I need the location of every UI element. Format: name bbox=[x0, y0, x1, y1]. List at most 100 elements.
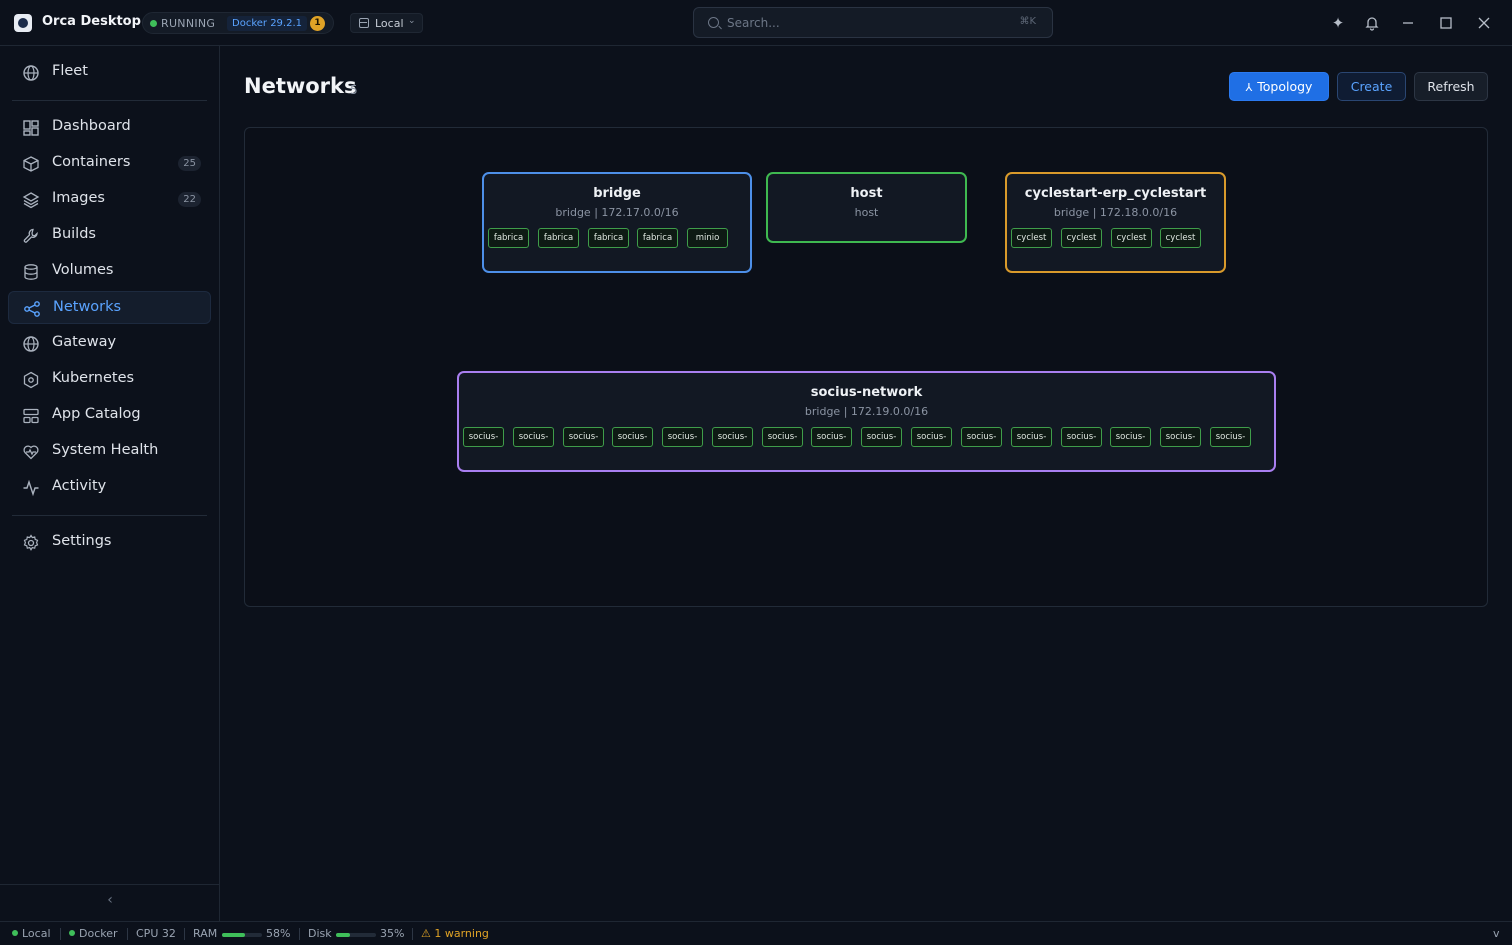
container-chip[interactable]: socius- bbox=[1210, 427, 1251, 447]
create-button[interactable]: Create bbox=[1337, 72, 1406, 101]
container-chip[interactable]: socius- bbox=[861, 427, 902, 447]
status-separator bbox=[127, 928, 128, 940]
container-chip[interactable]: fabrica bbox=[637, 228, 678, 248]
container-chip[interactable]: socius- bbox=[811, 427, 852, 447]
container-chip[interactable]: socius- bbox=[762, 427, 803, 447]
sidebar-item-fleet[interactable]: Fleet bbox=[8, 56, 211, 89]
container-chip[interactable]: socius- bbox=[563, 427, 604, 447]
network-node-cyclestart-erp[interactable]: cyclestart-erp_cyclestart bridge | 172.1… bbox=[1005, 172, 1226, 273]
status-version: v bbox=[1493, 927, 1500, 940]
network-node-bridge[interactable]: bridge bridge | 172.17.0.0/16 fabrica fa… bbox=[482, 172, 752, 273]
container-chip[interactable]: cyclest bbox=[1160, 228, 1201, 248]
container-chip[interactable]: socius- bbox=[662, 427, 703, 447]
sidebar-item-label: Activity bbox=[52, 478, 107, 494]
containers-count-badge: 25 bbox=[178, 156, 201, 171]
title-bar: Orca Desktop RUNNING Docker 29.2.1 1 Loc… bbox=[0, 0, 1512, 46]
warning-icon: ⚠ bbox=[421, 927, 431, 940]
status-warning[interactable]: ⚠ 1 warning bbox=[421, 927, 489, 940]
collapse-sidebar-icon[interactable]: ‹ bbox=[103, 892, 117, 912]
container-chip[interactable]: fabrica bbox=[538, 228, 579, 248]
maximize-icon[interactable] bbox=[1436, 13, 1456, 33]
sidebar-divider bbox=[12, 100, 207, 101]
network-name: host bbox=[850, 186, 883, 201]
topology-button[interactable]: ⅄ Topology bbox=[1229, 72, 1329, 101]
status-separator bbox=[184, 928, 185, 940]
share-icon bbox=[23, 300, 41, 318]
dashboard-icon bbox=[22, 119, 40, 137]
sidebar-item-label: Gateway bbox=[52, 334, 117, 350]
container-chip[interactable]: socius- bbox=[1110, 427, 1151, 447]
sidebar-item-images[interactable]: Images 22 bbox=[8, 183, 211, 216]
sidebar-divider bbox=[0, 884, 219, 885]
engine-status-pill[interactable]: RUNNING Docker 29.2.1 1 bbox=[142, 12, 334, 34]
status-ram-pct: 58% bbox=[266, 927, 291, 940]
sidebar-item-networks[interactable]: Networks bbox=[8, 291, 211, 324]
bell-icon[interactable] bbox=[1362, 13, 1382, 33]
engine-status: RUNNING bbox=[161, 17, 216, 30]
container-chip[interactable]: socius- bbox=[1011, 427, 1052, 447]
container-chip[interactable]: socius- bbox=[961, 427, 1002, 447]
network-subnet: host bbox=[854, 206, 879, 219]
container-chip[interactable]: cyclest bbox=[1111, 228, 1152, 248]
sidebar-item-containers[interactable]: Containers 25 bbox=[8, 147, 211, 180]
notification-count-badge[interactable]: 1 bbox=[310, 16, 325, 31]
network-node-socius-network[interactable]: socius-network bridge | 172.19.0.0/16 so… bbox=[457, 371, 1276, 472]
status-ram-label: RAM bbox=[193, 927, 218, 940]
globe-icon bbox=[22, 64, 40, 82]
refresh-button[interactable]: Refresh bbox=[1414, 72, 1488, 101]
status-dot-icon bbox=[69, 930, 75, 936]
search-input[interactable] bbox=[727, 14, 987, 32]
box-icon bbox=[22, 155, 40, 173]
container-chip[interactable]: socius- bbox=[712, 427, 753, 447]
ram-usage-fill bbox=[222, 933, 246, 937]
sidebar-item-gateway[interactable]: Gateway bbox=[8, 327, 211, 360]
container-chip[interactable]: socius- bbox=[612, 427, 653, 447]
status-dot-icon bbox=[150, 20, 157, 27]
status-separator bbox=[412, 928, 413, 940]
container-chip[interactable]: socius- bbox=[911, 427, 952, 447]
status-cpu: CPU 32 bbox=[136, 927, 176, 940]
sidebar-item-builds[interactable]: Builds bbox=[8, 219, 211, 252]
catalog-icon bbox=[22, 407, 40, 425]
sparkle-icon[interactable]: ✦ bbox=[1328, 13, 1348, 33]
status-dot-icon bbox=[12, 930, 18, 936]
docker-version-badge: Docker 29.2.1 bbox=[227, 16, 307, 31]
status-separator bbox=[60, 928, 61, 940]
topology-canvas[interactable]: bridge bridge | 172.17.0.0/16 fabrica fa… bbox=[244, 127, 1488, 607]
disk-usage-fill bbox=[336, 933, 350, 937]
sidebar-item-label: Kubernetes bbox=[52, 370, 135, 386]
heart-pulse-icon bbox=[22, 443, 40, 461]
sidebar-item-dashboard[interactable]: Dashboard bbox=[8, 111, 211, 144]
container-chip[interactable]: socius- bbox=[1160, 427, 1201, 447]
container-chip[interactable]: socius- bbox=[463, 427, 504, 447]
container-chip[interactable]: fabrica bbox=[488, 228, 529, 248]
status-disk-pct: 35% bbox=[380, 927, 405, 940]
sidebar-item-app-catalog[interactable]: App Catalog bbox=[8, 399, 211, 432]
sidebar-item-volumes[interactable]: Volumes bbox=[8, 255, 211, 288]
container-chip[interactable]: cyclest bbox=[1011, 228, 1052, 248]
container-chip[interactable]: minio bbox=[687, 228, 728, 248]
close-icon[interactable] bbox=[1474, 13, 1494, 33]
database-icon bbox=[22, 263, 40, 281]
sidebar-item-label: Images bbox=[52, 190, 105, 206]
ram-usage-bar bbox=[222, 933, 262, 937]
minimize-icon[interactable] bbox=[1398, 13, 1418, 33]
network-node-host[interactable]: host host bbox=[766, 172, 967, 243]
sidebar-item-label: Settings bbox=[52, 533, 112, 549]
network-subnet: bridge | 172.17.0.0/16 bbox=[555, 206, 679, 219]
chevron-down-icon: ⌄ bbox=[408, 16, 416, 26]
search-shortcut: ⌘K bbox=[1019, 16, 1036, 27]
container-chip[interactable]: fabrica bbox=[588, 228, 629, 248]
sidebar-item-activity[interactable]: Activity bbox=[8, 471, 211, 504]
topology-icon: ⅄ bbox=[1245, 81, 1253, 94]
status-context[interactable]: Local bbox=[12, 927, 51, 940]
search-box[interactable]: ⌘K bbox=[693, 7, 1053, 38]
status-engine[interactable]: Docker bbox=[69, 927, 118, 940]
sidebar-item-settings[interactable]: Settings bbox=[8, 526, 211, 559]
container-chip[interactable]: socius- bbox=[513, 427, 554, 447]
container-chip[interactable]: cyclest bbox=[1061, 228, 1102, 248]
sidebar-item-kubernetes[interactable]: Kubernetes bbox=[8, 363, 211, 396]
sidebar-item-system-health[interactable]: System Health bbox=[8, 435, 211, 468]
container-chip[interactable]: socius- bbox=[1061, 427, 1102, 447]
context-select[interactable]: Local ⌄ bbox=[350, 13, 423, 33]
